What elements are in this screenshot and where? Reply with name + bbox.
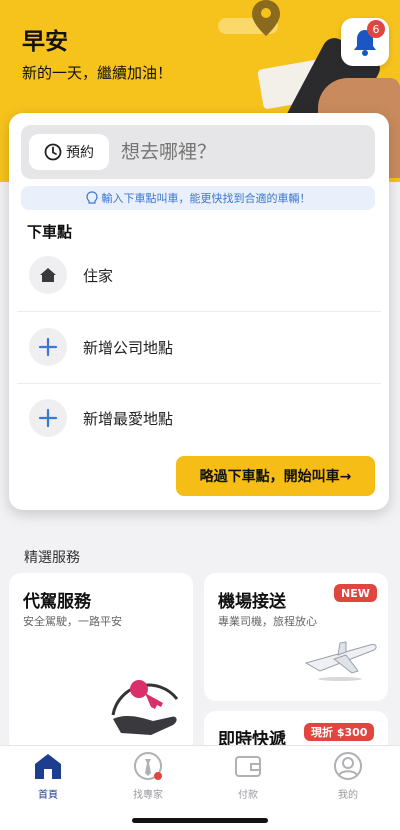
plus-icon [29,328,67,366]
nav-label: 找專家 [133,790,163,801]
destination-label: 新增最愛地點 [83,409,174,428]
search-hint-text: 輸入下車點叫車，能更快找到合適的車輛！ [101,192,311,205]
featured-services-title: 精選服務 [24,550,80,566]
key-hand-illustration [111,680,179,735]
dropoff-section-label: 下車點 [27,223,73,241]
new-badge: NEW [334,584,377,602]
airplane-illustration [304,641,377,681]
search-hint: 輸入下車點叫車，能更快找到合適的車輛！ [21,186,375,210]
nav-alert-dot [154,772,162,780]
nav-profile[interactable]: 我的 [308,750,388,804]
expert-icon [132,750,164,782]
greeting-title: 早安 [22,29,68,55]
service-subtitle: 安全駕駛，一路平安 [23,615,122,628]
nav-label: 付款 [238,790,258,801]
nav-home[interactable]: 首頁 [8,750,88,804]
profile-icon [332,750,364,782]
destination-label: 住家 [83,266,114,285]
lightbulb-icon [85,191,98,204]
divider [17,383,381,384]
destination-search-input[interactable] [121,141,341,163]
home-icon [32,750,64,782]
home-indicator [132,818,268,823]
divider [17,311,381,312]
add-favorite-location[interactable]: 新增最愛地點 [9,388,389,448]
nav-find-expert[interactable]: 找專家 [108,750,188,804]
service-subtitle: 專業司機，旅程放心 [218,615,317,628]
nav-payment[interactable]: 付款 [208,750,288,804]
skip-dropoff-button[interactable]: 略過下車點，開始叫車→ [176,456,375,496]
add-work-location[interactable]: 新增公司地點 [9,317,389,377]
discount-badge: 現折 $300 [304,723,375,741]
home-icon [29,256,67,294]
service-title: 代駕服務 [23,592,91,612]
plus-icon [29,399,67,437]
clock-icon [44,143,62,161]
search-bar: 預約 [21,125,375,179]
notification-button[interactable]: 6 [341,18,389,66]
notification-badge: 6 [367,20,385,38]
service-card-designated-driver[interactable]: 代駕服務 安全駕駛，一路平安 [9,573,193,753]
greeting-subtitle: 新的一天，繼續加油！ [22,64,173,82]
nav-label: 我的 [338,790,358,801]
service-card-airport-transfer[interactable]: 機場接送 專業司機，旅程放心 NEW [204,573,388,701]
reserve-label: 預約 [66,145,94,161]
ride-request-card: 預約 輸入下車點叫車，能更快找到合適的車輛！ 下車點 住家 新增公司地點 [9,113,389,510]
reserve-button[interactable]: 預約 [29,134,109,170]
destination-home[interactable]: 住家 [9,245,389,305]
service-title: 機場接送 [218,592,286,612]
wallet-icon [232,750,264,782]
nav-label: 首頁 [38,790,58,801]
map-pin-illustration [252,0,280,36]
destination-label: 新增公司地點 [83,338,174,357]
